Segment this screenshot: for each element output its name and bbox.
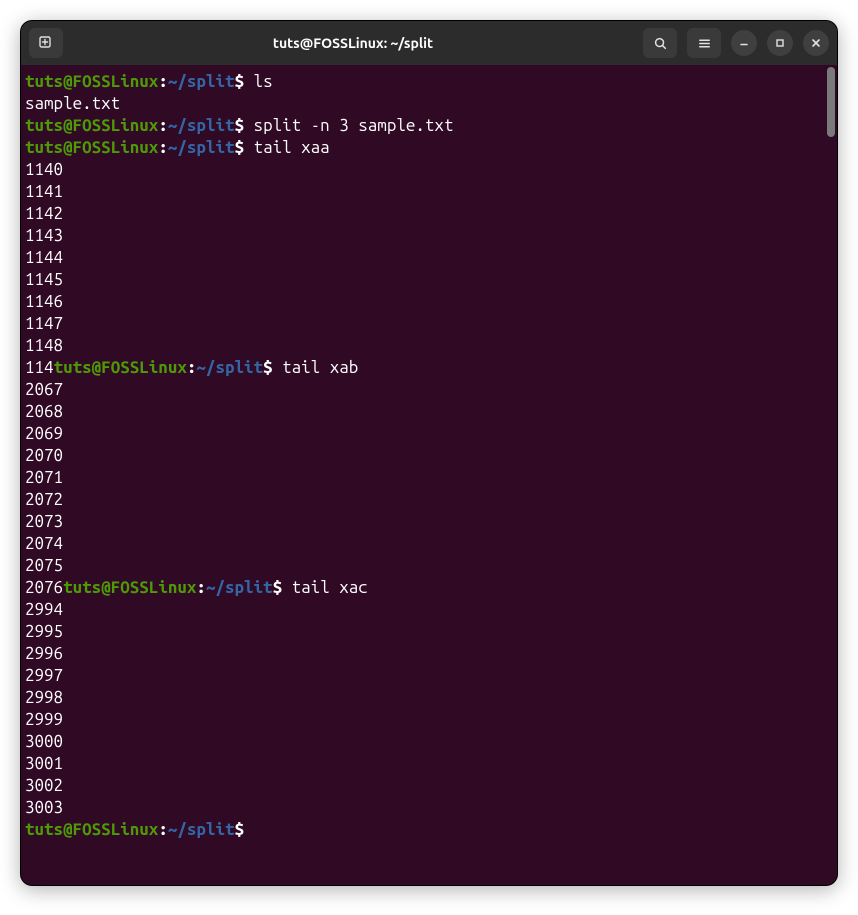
output-line: 1144: [25, 247, 837, 269]
prompt-path: ~/split: [168, 72, 235, 91]
output-line: 1140: [25, 159, 837, 181]
new-tab-icon: [38, 35, 54, 51]
output-line: 2998: [25, 687, 837, 709]
search-button[interactable]: [643, 28, 677, 58]
new-tab-button[interactable]: [29, 28, 63, 58]
output-line: 2994: [25, 599, 837, 621]
search-icon: [653, 36, 668, 51]
output-line: 3002: [25, 775, 837, 797]
partial-output: 2076: [25, 578, 63, 597]
terminal-window: tuts@FOSSLinux: ~/split: [20, 20, 838, 886]
output-line: 2999: [25, 709, 837, 731]
output-line: 2072: [25, 489, 837, 511]
titlebar-left: [29, 28, 63, 58]
prompt-colon: :: [158, 72, 168, 91]
output-line: 2074: [25, 533, 837, 555]
partial-output: 114: [25, 358, 54, 377]
output-line: 2071: [25, 467, 837, 489]
maximize-button[interactable]: [767, 30, 793, 56]
output-line: 2069: [25, 423, 837, 445]
output-line: 1146: [25, 291, 837, 313]
output-line: 1142: [25, 203, 837, 225]
prompt-line: 2076tuts@FOSSLinux:~/split$ tail xac: [25, 577, 837, 599]
output-line: 2997: [25, 665, 837, 687]
prompt-line: tuts@FOSSLinux:~/split$ split -n 3 sampl…: [25, 115, 837, 137]
terminal-body[interactable]: tuts@FOSSLinux:~/split$ ls sample.txt tu…: [21, 65, 837, 885]
maximize-icon: [774, 37, 786, 49]
command-text: ls: [254, 72, 273, 91]
output-line: sample.txt: [25, 93, 837, 115]
output-line: 2995: [25, 621, 837, 643]
titlebar-right: [643, 28, 829, 58]
prompt-line: tuts@FOSSLinux:~/split$: [25, 819, 837, 841]
prompt-line: 114tuts@FOSSLinux:~/split$ tail xab: [25, 357, 837, 379]
window-title: tuts@FOSSLinux: ~/split: [71, 35, 635, 51]
titlebar: tuts@FOSSLinux: ~/split: [21, 21, 837, 65]
prompt-user: tuts: [25, 72, 63, 91]
output-line: 1145: [25, 269, 837, 291]
output-line: 3003: [25, 797, 837, 819]
output-line: 2067: [25, 379, 837, 401]
close-icon: [810, 37, 822, 49]
output-line: 2075: [25, 555, 837, 577]
minimize-button[interactable]: [731, 30, 757, 56]
menu-button[interactable]: [687, 28, 721, 58]
prompt-line: tuts@FOSSLinux:~/split$ tail xaa: [25, 137, 837, 159]
output-line: 2070: [25, 445, 837, 467]
prompt-at: @: [63, 72, 73, 91]
output-line: 2068: [25, 401, 837, 423]
output-line: 2073: [25, 511, 837, 533]
output-line: 3000: [25, 731, 837, 753]
command-text: tail xaa: [254, 138, 330, 157]
close-button[interactable]: [803, 30, 829, 56]
output-line: 1141: [25, 181, 837, 203]
hamburger-icon: [697, 36, 712, 51]
output-line: 1147: [25, 313, 837, 335]
output-line: 3001: [25, 753, 837, 775]
prompt-line: tuts@FOSSLinux:~/split$ ls: [25, 71, 837, 93]
command-text: tail xac: [292, 578, 368, 597]
minimize-icon: [738, 37, 750, 49]
scrollbar-thumb[interactable]: [827, 67, 835, 137]
prompt-host: FOSSLinux: [73, 72, 159, 91]
output-line: 2996: [25, 643, 837, 665]
prompt-dollar: $: [234, 72, 244, 91]
output-line: 1143: [25, 225, 837, 247]
output-line: 1148: [25, 335, 837, 357]
command-text: split -n 3 sample.txt: [254, 116, 454, 135]
command-text: tail xab: [282, 358, 358, 377]
